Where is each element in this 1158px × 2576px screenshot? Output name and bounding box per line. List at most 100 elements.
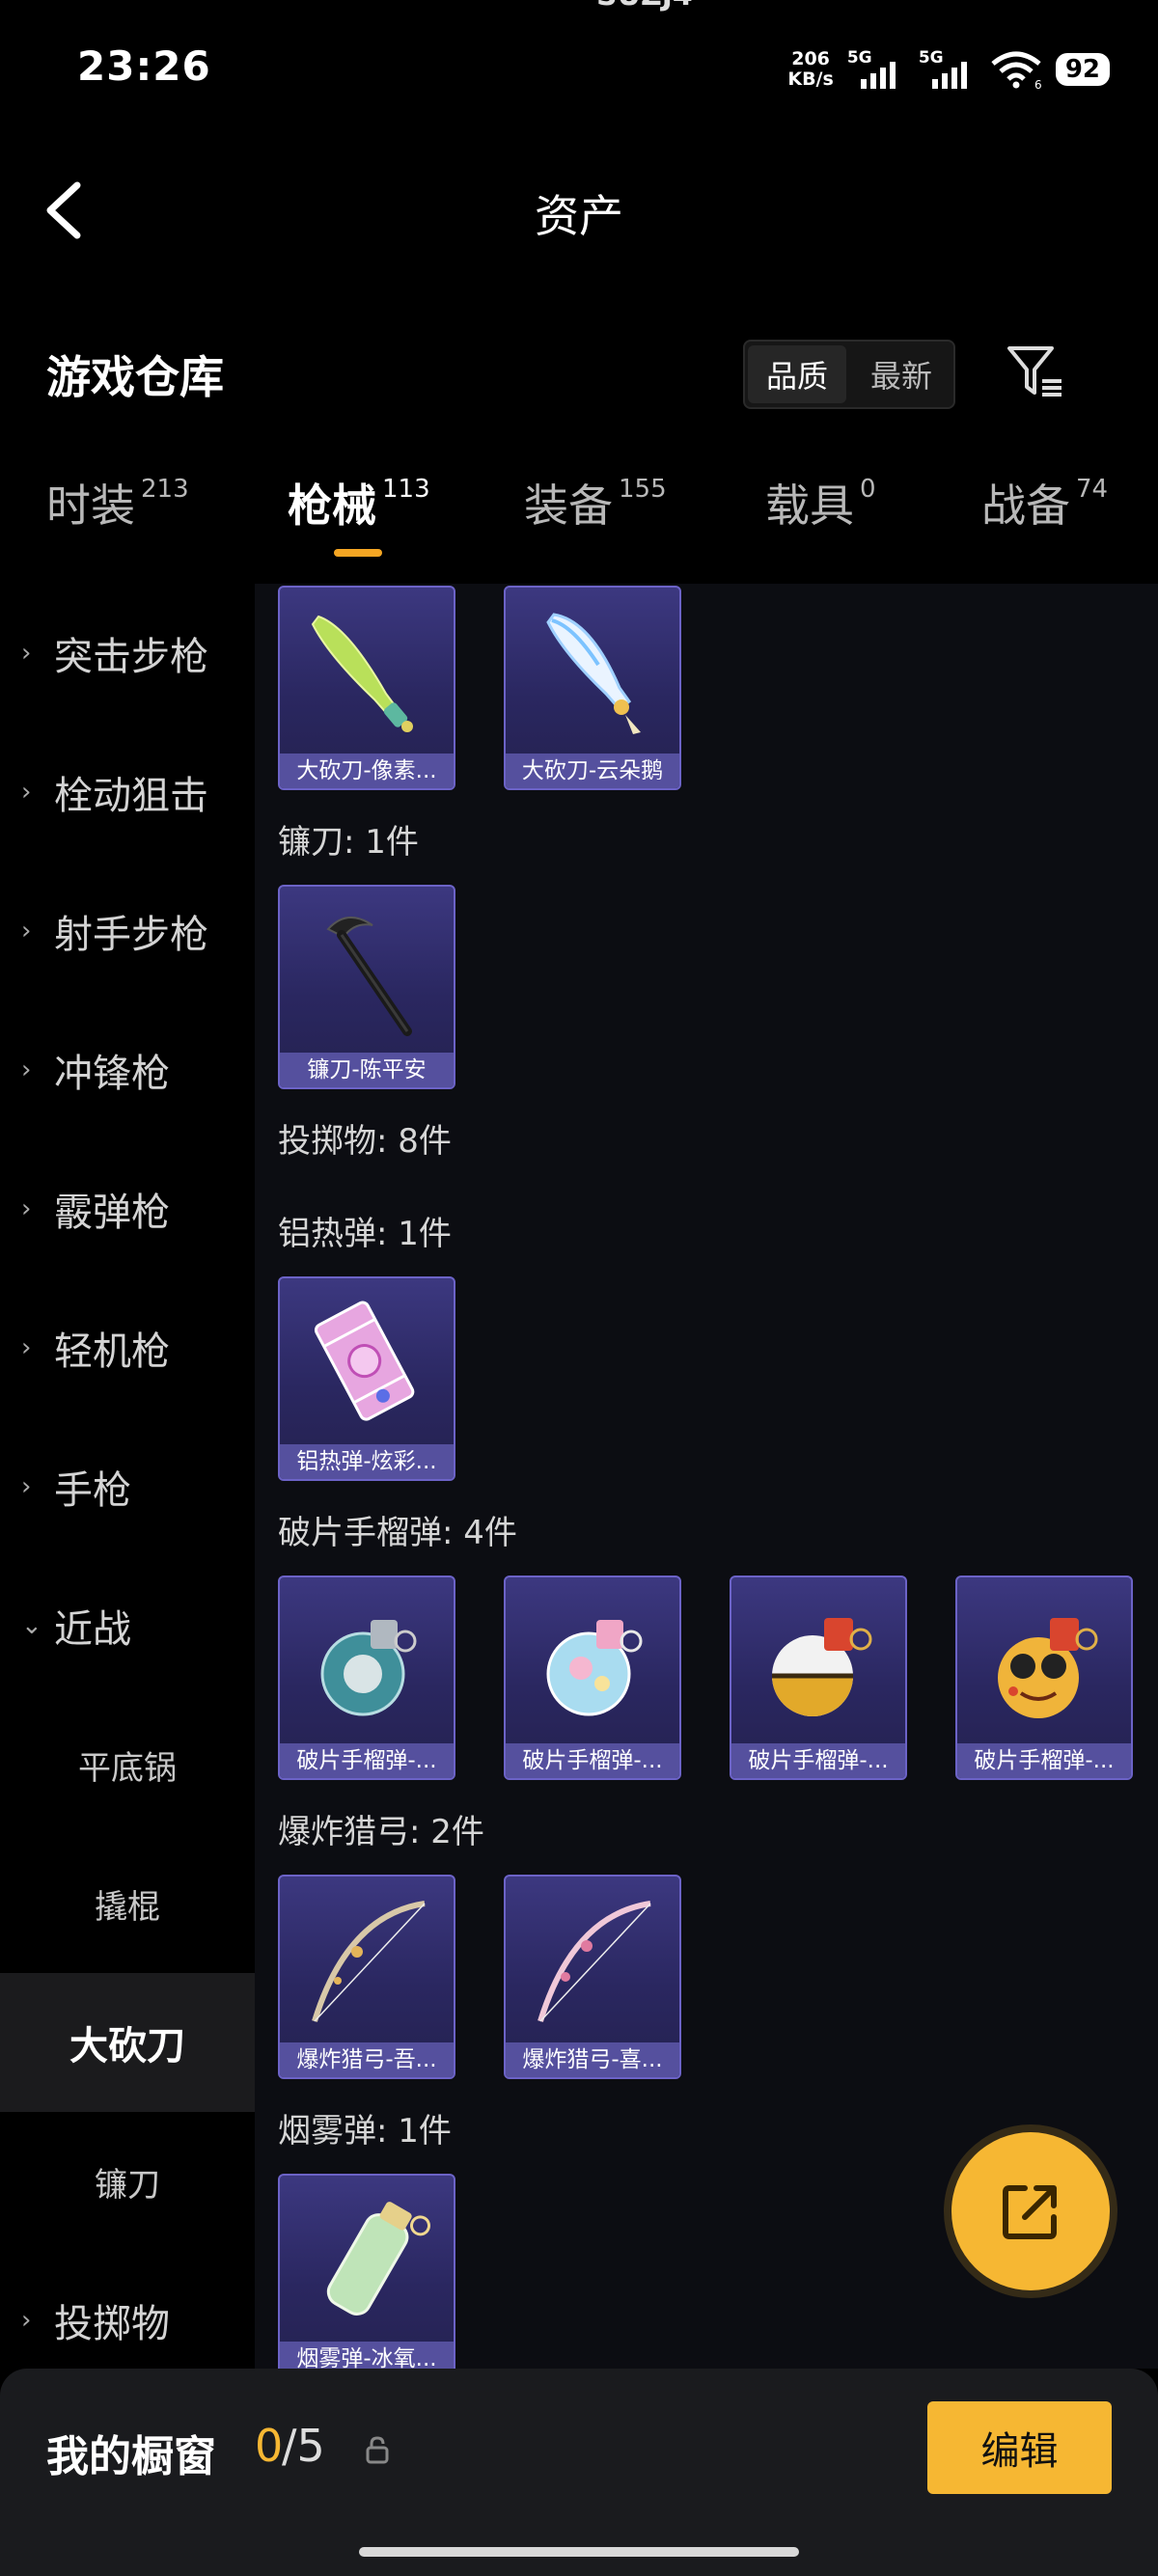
grenade-emoji-icon [998, 1618, 1098, 1718]
grenade-pastel-icon [546, 1620, 643, 1716]
item-name: 铝热弹-炫彩... [280, 1444, 454, 1479]
sort-newest-button[interactable]: 最新 [852, 345, 951, 403]
tab-count: 113 [382, 475, 430, 504]
speed-value: 206 [791, 48, 830, 69]
sort-toggle: 品质 最新 [743, 340, 955, 409]
tab-fashion[interactable]: 时装 213 [46, 471, 189, 534]
item-card[interactable]: 烟雾弹-冰氧... [278, 2174, 455, 2369]
home-indicator[interactable] [359, 2547, 799, 2557]
showcase-total: /5 [282, 2420, 325, 2472]
chevron-down-icon: ⌄ [21, 1611, 42, 1640]
item-card[interactable]: 大砍刀-云朵鹅 [504, 586, 681, 790]
category-title: 镰刀: 1件 [278, 823, 419, 862]
chevron-right-icon: › [21, 778, 32, 807]
showcase-label: 我的橱窗 [46, 2432, 216, 2481]
item-card[interactable]: 铝热弹-炫彩... [278, 1276, 455, 1481]
showcase-count: 0 [255, 2420, 284, 2472]
item-name: 大砍刀-云朵鹅 [506, 754, 679, 788]
item-card[interactable]: 破片手榴弹-... [278, 1576, 455, 1780]
network-speed: 206 KB/s [787, 49, 833, 90]
sidebar: › 突击步枪 › 栓动狙击 › 射手步枪 › 冲锋枪 › 霰弹枪 › 轻机枪 ›… [0, 584, 255, 2369]
status-partial-text: SUZJ4 [596, 0, 693, 13]
chevron-right-icon: › [21, 1055, 32, 1084]
sidebar-item-shotgun[interactable]: › 霰弹枪 [0, 1139, 255, 1278]
category-title: 铝热弹: 1件 [278, 1215, 452, 1253]
status-time: 23:26 [77, 42, 211, 90]
sidebar-sub-machete[interactable]: 大砍刀 [0, 1973, 255, 2112]
sidebar-sub-frying-pan[interactable]: 平底锅 [0, 1695, 255, 1834]
tab-count: 213 [141, 475, 189, 504]
tab-label: 时装 [46, 480, 135, 532]
tab-label: 载具 [765, 480, 854, 532]
sidebar-sub-crowbar[interactable]: 撬棍 [0, 1834, 255, 1973]
sidebar-item-label: 手枪 [54, 1468, 131, 1513]
sort-quality-button[interactable]: 品质 [748, 345, 846, 403]
item-name: 破片手榴弹-... [731, 1743, 905, 1778]
tab-label: 装备 [524, 480, 613, 532]
category-title: 爆炸猎弓: 2件 [278, 1813, 484, 1851]
filter-icon[interactable] [1004, 343, 1065, 400]
sidebar-item-bolt-sniper[interactable]: › 栓动狙击 [0, 723, 255, 862]
wifi-icon: 6 [991, 51, 1042, 89]
item-card[interactable]: 破片手榴弹-... [504, 1576, 681, 1780]
sidebar-item-label: 冲锋枪 [54, 1052, 170, 1096]
item-card[interactable]: 大砍刀-像素... [278, 586, 455, 790]
signal-icon: 5G [919, 48, 977, 91]
item-name: 大砍刀-像素... [280, 754, 454, 788]
sidebar-item-label: 霰弹枪 [54, 1191, 170, 1235]
sidebar-item-smg[interactable]: › 冲锋枪 [0, 1000, 255, 1139]
sidebar-item-lmg[interactable]: › 轻机枪 [0, 1278, 255, 1417]
grenade-teal-icon [320, 1620, 417, 1716]
status-icons: 206 KB/s 5G 5G 6 92 [787, 42, 1110, 96]
sickle-icon [326, 917, 412, 1036]
sidebar-item-label: 投掷物 [54, 2302, 170, 2346]
tab-count: 74 [1076, 475, 1109, 504]
item-name: 爆炸猎弓-吾... [280, 2042, 454, 2077]
speed-unit: KB/s [787, 69, 834, 90]
item-card[interactable]: 破片手榴弹-... [955, 1576, 1133, 1780]
battery-indicator: 92 [1055, 53, 1110, 86]
page-title: 资产 [535, 190, 623, 242]
item-name: 破片手榴弹-... [280, 1743, 454, 1778]
edit-button[interactable]: 编辑 [927, 2401, 1112, 2494]
sidebar-item-label: 射手步枪 [54, 913, 208, 957]
category-title: 破片手榴弹: 4件 [278, 1514, 517, 1552]
item-card[interactable]: 镰刀-陈平安 [278, 885, 455, 1089]
grenade-ball-icon [772, 1618, 872, 1716]
tab-equipment[interactable]: 装备 155 [524, 471, 667, 534]
tab-supplies[interactable]: 战备 74 [981, 471, 1108, 534]
sidebar-item-assault-rifle[interactable]: › 突击步枪 [0, 584, 255, 723]
sidebar-item-marksman-rifle[interactable]: › 射手步枪 [0, 862, 255, 1000]
item-card[interactable]: 破片手榴弹-... [730, 1576, 907, 1780]
chevron-right-icon: › [21, 917, 32, 945]
item-name: 破片手榴弹-... [957, 1743, 1131, 1778]
sidebar-item-pistol[interactable]: › 手枪 [0, 1417, 255, 1556]
signal-icon: 5G [847, 48, 905, 91]
sidebar-item-label: 突击步枪 [54, 635, 208, 679]
category-title: 烟雾弹: 1件 [278, 2112, 452, 2151]
sidebar-item-melee[interactable]: ⌄ 近战 [0, 1556, 255, 1695]
tab-guns[interactable]: 枪械 113 [288, 471, 430, 534]
sidebar-item-label: 轻机枪 [54, 1329, 170, 1374]
tab-label: 战备 [981, 480, 1070, 532]
sidebar-sub-sickle[interactable]: 镰刀 [0, 2112, 255, 2251]
bow-gold-icon [312, 1901, 426, 2022]
tab-vehicles[interactable]: 载具 0 [765, 471, 876, 534]
thermite-candy-icon [314, 1301, 415, 1421]
item-name: 烟雾弹-冰氧... [280, 2342, 454, 2369]
green-machete-icon [311, 615, 413, 732]
chevron-right-icon: › [21, 1194, 32, 1223]
item-name: 破片手榴弹-... [506, 1743, 679, 1778]
chevron-right-icon: › [21, 2306, 32, 2335]
share-button[interactable] [951, 2132, 1110, 2290]
svg-text:6: 6 [1034, 78, 1042, 89]
sidebar-item-label: 栓动狙击 [54, 774, 208, 818]
chevron-right-icon: › [21, 1472, 32, 1501]
item-card[interactable]: 爆炸猎弓-吾... [278, 1875, 455, 2079]
item-name: 镰刀-陈平安 [280, 1053, 454, 1087]
item-card[interactable]: 爆炸猎弓-喜... [504, 1875, 681, 2079]
sidebar-item-label: 近战 [54, 1607, 131, 1652]
item-name: 爆炸猎弓-喜... [506, 2042, 679, 2077]
tab-count: 155 [619, 475, 667, 504]
share-export-icon [1003, 2185, 1057, 2239]
